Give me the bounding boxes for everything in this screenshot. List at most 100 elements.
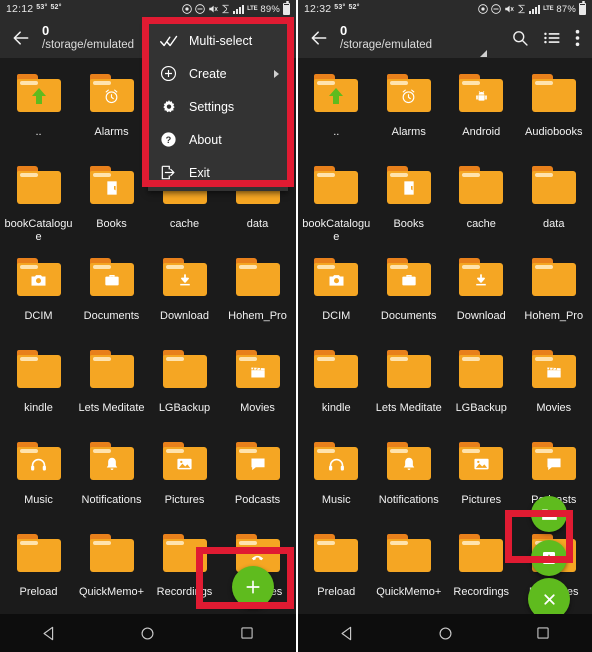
file-item[interactable]: Movies	[221, 340, 294, 432]
file-item[interactable]: Download	[148, 248, 221, 340]
menu-item-exit[interactable]: Exit	[148, 156, 288, 189]
file-item[interactable]: Music	[2, 432, 75, 524]
menu-item-about[interactable]: ? About	[148, 123, 288, 156]
folder-icon	[11, 440, 67, 490]
do-not-disturb-icon	[491, 4, 501, 14]
file-item[interactable]: QuickMemo+	[373, 524, 446, 616]
file-item[interactable]: DCIM	[2, 248, 75, 340]
file-item[interactable]: Music	[300, 432, 373, 524]
menu-item-create[interactable]: Create	[148, 57, 288, 90]
add-fab[interactable]	[232, 566, 274, 608]
file-item[interactable]: DCIM	[300, 248, 373, 340]
status-bar-left-group: 12:32 53° 52°	[304, 3, 360, 15]
nav-back-button[interactable]	[324, 614, 370, 652]
file-label: Notifications	[378, 494, 439, 506]
file-item[interactable]: Preload	[2, 524, 75, 616]
file-label: kindle	[24, 402, 53, 414]
folder-icon	[84, 164, 140, 214]
file-item[interactable]: Lets Meditate	[75, 340, 148, 432]
file-label: Books	[393, 218, 425, 230]
file-label: Recordings	[453, 586, 510, 598]
file-item[interactable]: Notifications	[75, 432, 148, 524]
battery-icon	[283, 1, 290, 15]
exit-icon	[159, 163, 178, 182]
file-item[interactable]: ..	[300, 64, 373, 156]
file-item[interactable]: Pictures	[148, 432, 221, 524]
folder-icon	[381, 532, 437, 582]
folder-icon	[11, 72, 67, 122]
file-item[interactable]: Download	[445, 248, 518, 340]
download-icon	[163, 264, 207, 296]
new-folder-fab[interactable]	[531, 496, 567, 532]
speech-bubble-icon	[236, 448, 280, 480]
menu-item-label: Multi-select	[189, 33, 253, 48]
nav-home-button[interactable]	[125, 614, 171, 652]
file-item[interactable]: data	[518, 156, 591, 248]
nav-back-button[interactable]	[26, 614, 72, 652]
battery-icon	[579, 1, 586, 15]
double-check-icon	[159, 31, 178, 50]
file-label: Preload	[19, 586, 58, 598]
record-icon	[182, 4, 192, 14]
file-item[interactable]: Hohem_Pro	[221, 248, 294, 340]
file-item[interactable]: Recordings	[445, 524, 518, 616]
file-item[interactable]: QuickMemo+	[75, 524, 148, 616]
file-item[interactable]: Books	[373, 156, 446, 248]
file-item[interactable]: LGBackup	[148, 340, 221, 432]
search-icon[interactable]	[511, 29, 529, 47]
file-item[interactable]: bookCatalogue	[300, 156, 373, 248]
file-item[interactable]: Hohem_Pro	[518, 248, 591, 340]
file-item[interactable]: Pictures	[445, 432, 518, 524]
folder-icon	[157, 532, 213, 582]
file-item[interactable]: kindle	[300, 340, 373, 432]
clapperboard-icon	[236, 356, 280, 388]
file-item[interactable]: bookCatalogue	[2, 156, 75, 248]
list-view-icon[interactable]	[543, 30, 561, 46]
file-item[interactable]: Preload	[300, 524, 373, 616]
folder-icon	[453, 532, 509, 582]
file-item[interactable]: LGBackup	[445, 340, 518, 432]
file-item[interactable]: Android	[445, 64, 518, 156]
file-label: Pictures	[164, 494, 205, 506]
folder-icon	[230, 440, 286, 490]
android-nav-bar-left	[0, 614, 296, 652]
folder-icon	[381, 348, 437, 398]
file-label: Download	[456, 310, 506, 322]
file-item[interactable]: Alarms	[75, 64, 148, 156]
do-not-disturb-icon	[195, 4, 205, 14]
menu-item-multi-select[interactable]: Multi-select	[148, 24, 288, 57]
hotspot-icon	[517, 4, 526, 14]
back-arrow-icon[interactable]	[308, 27, 330, 49]
file-item[interactable]: ..	[2, 64, 75, 156]
file-item[interactable]: Notifications	[373, 432, 446, 524]
nav-recents-button[interactable]	[224, 614, 270, 652]
file-label: Android	[462, 126, 501, 138]
folder-icon	[453, 348, 509, 398]
file-item[interactable]: Podcasts	[221, 432, 294, 524]
file-item[interactable]: Lets Meditate	[373, 340, 446, 432]
file-label: Hohem_Pro	[524, 310, 584, 322]
file-item[interactable]: cache	[445, 156, 518, 248]
toolbar-actions	[511, 29, 582, 47]
file-item[interactable]: Books	[75, 156, 148, 248]
new-file-fab[interactable]	[531, 540, 567, 576]
file-item[interactable]: Audiobooks	[518, 64, 591, 156]
file-item[interactable]: Documents	[373, 248, 446, 340]
nav-home-button[interactable]	[422, 614, 468, 652]
menu-item-settings[interactable]: Settings	[148, 90, 288, 123]
menu-item-label: Settings	[189, 99, 235, 114]
camera-icon	[314, 264, 358, 296]
overflow-menu-icon[interactable]	[575, 29, 580, 47]
back-arrow-icon[interactable]	[10, 27, 32, 49]
file-item[interactable]: Documents	[75, 248, 148, 340]
file-label: Documents	[380, 310, 437, 322]
file-item[interactable]: Movies	[518, 340, 591, 432]
folder-icon	[11, 164, 67, 214]
file-item[interactable]: Recordings	[148, 524, 221, 616]
svg-text:?: ?	[166, 135, 172, 145]
nav-recents-button[interactable]	[520, 614, 566, 652]
file-label: bookCatalogue	[4, 218, 73, 243]
file-item[interactable]: Alarms	[373, 64, 446, 156]
folder-icon	[308, 348, 364, 398]
file-item[interactable]: kindle	[2, 340, 75, 432]
